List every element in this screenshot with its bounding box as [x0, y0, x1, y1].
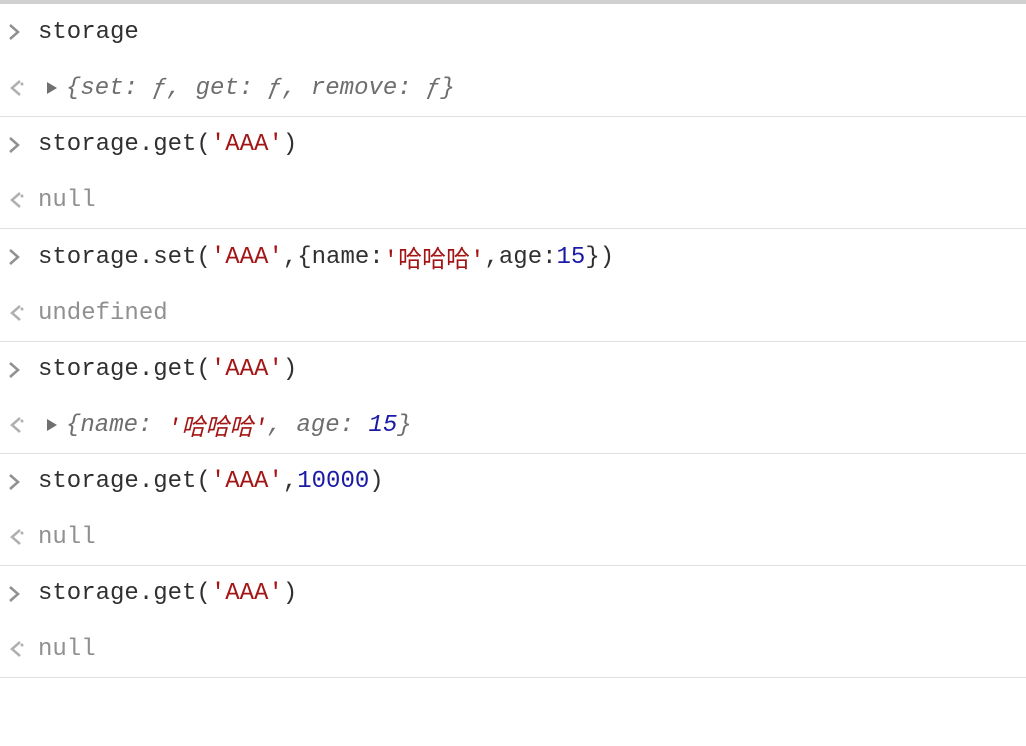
- prop-key: age:: [296, 412, 368, 439]
- comma: ,: [268, 412, 297, 439]
- output-prompt-icon: [8, 192, 38, 208]
- code-token: storage.get(: [38, 131, 211, 158]
- output-prompt-icon: [8, 417, 38, 433]
- number-token: 15: [368, 412, 397, 439]
- console-input-row[interactable]: storage.get('AAA',10000): [0, 453, 1026, 509]
- code-token: storage.get(: [38, 580, 211, 607]
- number-token: 15: [557, 244, 586, 271]
- code-token: ,: [283, 468, 297, 495]
- func-token: ƒ: [268, 75, 282, 102]
- console-input-content: storage: [38, 19, 1016, 46]
- console-output-content: null: [38, 524, 1016, 551]
- input-prompt-icon: [8, 362, 38, 378]
- brace-open: {: [66, 412, 80, 439]
- string-token: 'AAA': [211, 356, 283, 383]
- expand-triangle-icon[interactable]: [38, 81, 66, 95]
- null-token: null: [38, 187, 96, 214]
- code-token: storage.get(: [38, 468, 211, 495]
- console-output-row[interactable]: undefined: [0, 285, 1026, 341]
- console-input-row[interactable]: storage.get('AAA'): [0, 341, 1026, 397]
- input-prompt-icon: [8, 24, 38, 40]
- prop-key: name:: [80, 412, 166, 439]
- string-token: '哈哈哈': [167, 407, 268, 443]
- number-token: 10000: [297, 468, 369, 495]
- prop-key: get:: [196, 75, 268, 102]
- null-token: null: [38, 524, 96, 551]
- console-output-content: null: [38, 187, 1016, 214]
- console-output-content: { set: ƒ , get: ƒ , remove: ƒ }: [38, 75, 1016, 102]
- prop-key: remove:: [311, 75, 426, 102]
- func-token: ƒ: [426, 75, 440, 102]
- input-prompt-icon: [8, 586, 38, 602]
- console-input-content: storage.get('AAA'): [38, 356, 1016, 383]
- console-input-row[interactable]: storage.set('AAA',{name:'哈哈哈',age:15}): [0, 228, 1026, 285]
- console-output-row[interactable]: null: [0, 172, 1026, 228]
- code-token: ,age:: [484, 244, 556, 271]
- string-token: 'AAA': [211, 468, 283, 495]
- output-prompt-icon: [8, 641, 38, 657]
- console-output-row[interactable]: { name: '哈哈哈' , age: 15 }: [0, 397, 1026, 453]
- console-input-content: storage.get('AAA'): [38, 131, 1016, 158]
- console-empty-row: [0, 677, 1026, 701]
- console-output-content: { name: '哈哈哈' , age: 15 }: [38, 407, 1016, 443]
- code-token: ): [283, 131, 297, 158]
- console-output-content: null: [38, 636, 1016, 663]
- string-token: 'AAA': [211, 131, 283, 158]
- input-prompt-icon: [8, 137, 38, 153]
- expand-triangle-icon[interactable]: [38, 418, 66, 432]
- string-token: 'AAA': [211, 244, 283, 271]
- console-output-content: undefined: [38, 300, 1016, 327]
- input-prompt-icon: [8, 249, 38, 265]
- func-token: ƒ: [152, 75, 166, 102]
- output-prompt-icon: [8, 305, 38, 321]
- output-prompt-icon: [8, 80, 38, 96]
- code-token: ,{name:: [283, 244, 384, 271]
- console-output-row[interactable]: null: [0, 621, 1026, 677]
- console-input-row[interactable]: storage.get('AAA'): [0, 116, 1026, 172]
- console-input-row[interactable]: storage.get('AAA'): [0, 565, 1026, 621]
- code-token: storage.set(: [38, 244, 211, 271]
- input-prompt-icon: [8, 474, 38, 490]
- console-output-row[interactable]: { set: ƒ , get: ƒ , remove: ƒ }: [0, 60, 1026, 116]
- console-input-content: storage.get('AAA',10000): [38, 468, 1016, 495]
- brace-close: }: [397, 412, 411, 439]
- prop-key: set:: [80, 75, 152, 102]
- console-input-row[interactable]: storage: [0, 4, 1026, 60]
- brace-close: }: [441, 75, 455, 102]
- code-token: storage.get(: [38, 356, 211, 383]
- undefined-token: undefined: [38, 300, 168, 327]
- string-token: 'AAA': [211, 580, 283, 607]
- code-token: }): [585, 244, 614, 271]
- output-prompt-icon: [8, 529, 38, 545]
- string-token: '哈哈哈': [384, 239, 485, 275]
- code-token: ): [283, 580, 297, 607]
- code-token: ): [369, 468, 383, 495]
- comma: ,: [167, 75, 196, 102]
- null-token: null: [38, 636, 96, 663]
- code-token: storage: [38, 19, 139, 46]
- console-output-row[interactable]: null: [0, 509, 1026, 565]
- comma: ,: [282, 75, 311, 102]
- console-input-content: storage.set('AAA',{name:'哈哈哈',age:15}): [38, 239, 1016, 275]
- brace-open: {: [66, 75, 80, 102]
- console-input-content: storage.get('AAA'): [38, 580, 1016, 607]
- code-token: ): [283, 356, 297, 383]
